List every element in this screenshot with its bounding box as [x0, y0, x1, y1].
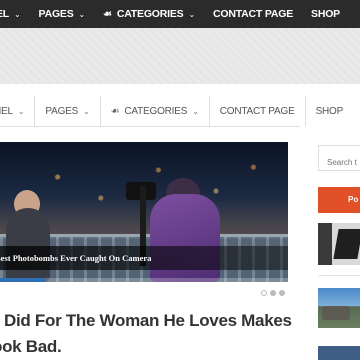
top-nav-item-label: PAGES — [38, 8, 74, 20]
main-nav-item-label: SHOP — [315, 105, 344, 117]
slider-dot[interactable] — [279, 290, 285, 296]
chevron-down-icon: ⌄ — [14, 9, 21, 19]
slide-progress-fill — [0, 278, 47, 282]
top-nav-item-label: CATEGORIES — [116, 8, 184, 20]
top-nav-item-label: EL — [0, 8, 10, 20]
top-nav-item-pages[interactable]: PAGES ⌄ — [30, 0, 95, 28]
main-nav-item-label: CATEGORIES — [124, 105, 188, 117]
slider-pagination — [261, 290, 285, 296]
tag-icon: ☙ — [103, 8, 112, 20]
slider-dot[interactable] — [270, 290, 276, 296]
top-nav-item-shop[interactable]: SHOP — [302, 0, 349, 28]
tab-popular-label: Po — [348, 195, 359, 204]
thumbnail-shape — [318, 223, 332, 265]
post-headline-line[interactable]: ook Bad. — [0, 334, 62, 360]
sidebar-post-thumbnail[interactable] — [318, 346, 360, 360]
tab-popular[interactable]: Po — [318, 187, 360, 213]
top-nav-item-el[interactable]: EL ⌄ — [0, 0, 30, 28]
header-band — [0, 28, 360, 84]
slide-caption-text[interactable]: Best Photobombs Ever Caught On Camera — [0, 253, 151, 263]
main-nav-item-contact-page[interactable]: CONTACT PAGE — [210, 96, 306, 126]
nav-divider — [0, 126, 300, 127]
post-headline-line[interactable]: Did For The Woman He Loves Makes — [4, 308, 292, 334]
slide-progress-bar — [0, 278, 288, 282]
main-nav-item-nel[interactable]: NEL ⌄ — [0, 96, 36, 126]
top-nav-item-contact-page[interactable]: CONTACT PAGE — [204, 0, 302, 28]
chevron-down-icon: ⌄ — [83, 106, 90, 116]
top-nav: EL ⌄ PAGES ⌄ ☙ CATEGORIES ⌄ CONTACT PAGE… — [0, 0, 360, 28]
slider-dot[interactable] — [261, 290, 267, 296]
featured-slider[interactable]: Best Photobombs Ever Caught On Camera — [0, 142, 288, 282]
sidebar-divider — [318, 275, 360, 276]
tag-icon: ☙ — [110, 105, 120, 117]
main-nav-item-pages[interactable]: PAGES ⌄ — [35, 96, 101, 126]
sidebar-post-thumbnail[interactable] — [318, 288, 360, 328]
main-nav-item-categories[interactable]: ☙ CATEGORIES ⌄ — [101, 96, 210, 126]
top-nav-item-label: CONTACT PAGE — [212, 8, 294, 20]
main-nav-item-shop[interactable]: SHOP — [306, 96, 354, 126]
chevron-down-icon: ⌄ — [192, 106, 199, 116]
search-input[interactable] — [318, 145, 360, 171]
chevron-down-icon: ⌄ — [78, 9, 86, 19]
thumbnail-shape — [333, 229, 360, 259]
main-nav: NEL ⌄ PAGES ⌄ ☙ CATEGORIES ⌄ CONTACT PAG… — [0, 96, 343, 126]
main-nav-item-label: NEL — [0, 105, 13, 117]
chevron-down-icon: ⌄ — [17, 106, 25, 116]
top-nav-item-categories[interactable]: ☙ CATEGORIES ⌄ — [94, 0, 204, 28]
main-nav-item-label: PAGES — [45, 105, 79, 117]
thumbnail-shape — [322, 306, 350, 320]
slide-caption[interactable]: Best Photobombs Ever Caught On Camera — [0, 246, 288, 270]
slide-image-person — [6, 208, 50, 282]
main-nav-item-label: CONTACT PAGE — [219, 105, 295, 117]
top-nav-item-label: SHOP — [311, 8, 340, 20]
sidebar-post-thumbnail[interactable] — [318, 223, 360, 265]
chevron-down-icon: ⌄ — [188, 9, 195, 19]
